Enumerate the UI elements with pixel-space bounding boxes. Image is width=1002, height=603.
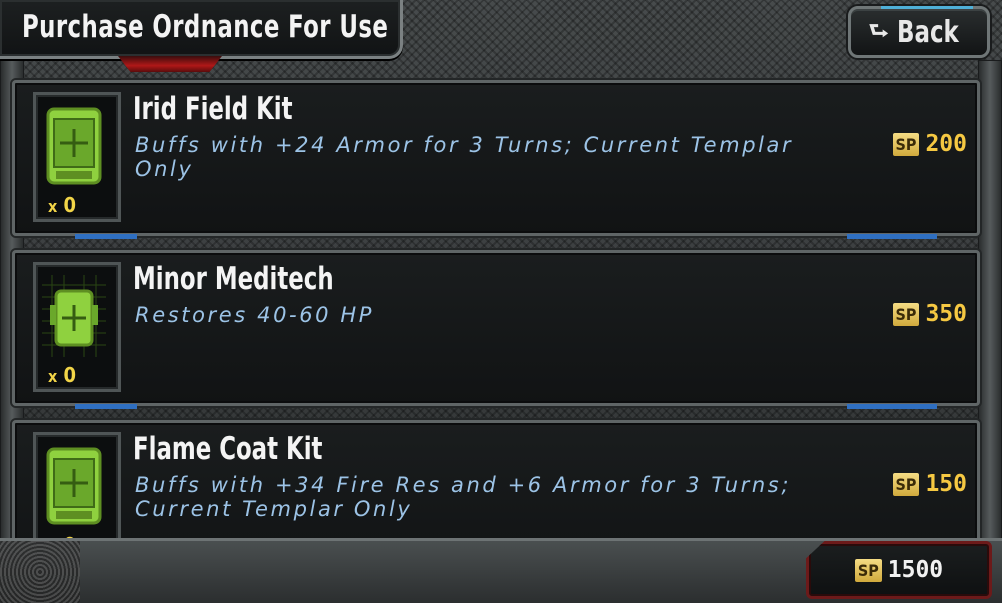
bottom-bar: SP 1500 (0, 538, 1002, 603)
ordnance-item-minor-meditech[interactable]: x 0 Minor Meditech Restores 40-60 HP SP … (12, 250, 980, 409)
item-name: Irid Field Kit (133, 91, 293, 127)
medkit-icon: x 0 (33, 262, 121, 392)
sp-currency-icon: SP (892, 302, 920, 326)
sp-currency-icon: SP (854, 558, 882, 582)
item-description: Restores 40-60 HP (135, 303, 375, 327)
price-tag: SP 200 (892, 131, 967, 157)
right-rail (978, 60, 1002, 543)
item-name: Flame Coat Kit (133, 431, 323, 467)
item-name: Minor Meditech (133, 261, 334, 297)
title-plate: Purchase Ordnance For Use (0, 0, 403, 59)
price-value: 350 (925, 301, 967, 327)
back-button[interactable]: ⮑ Back (848, 6, 990, 58)
price-value: 150 (925, 471, 967, 497)
sp-currency-icon: SP (892, 132, 920, 156)
ordnance-item-irid-field-kit[interactable]: x 0 Irid Field Kit Buffs with +24 Armor … (12, 80, 980, 239)
price-tag: SP 350 (892, 301, 967, 327)
armor-kit-icon: x 0 (33, 92, 121, 222)
bottom-grille (0, 541, 80, 603)
title-red-tab (118, 56, 222, 72)
sp-currency-icon: SP (892, 472, 920, 496)
sp-balance: SP 1500 (806, 541, 992, 599)
page-title: Purchase Ordnance For Use (22, 9, 389, 45)
item-description: Buffs with +34 Fire Res and +6 Armor for… (135, 473, 792, 521)
quantity-label: x 0 (48, 363, 77, 387)
back-button-label: Back (896, 14, 959, 50)
price-value: 200 (925, 131, 967, 157)
quantity-label: x 0 (48, 193, 77, 217)
item-description: Buffs with +24 Armor for 3 Turns; Curren… (135, 133, 794, 181)
price-tag: SP 150 (892, 471, 967, 497)
sp-balance-value: 1500 (887, 557, 944, 583)
arrow-up-icon: ⮑ (868, 18, 889, 43)
